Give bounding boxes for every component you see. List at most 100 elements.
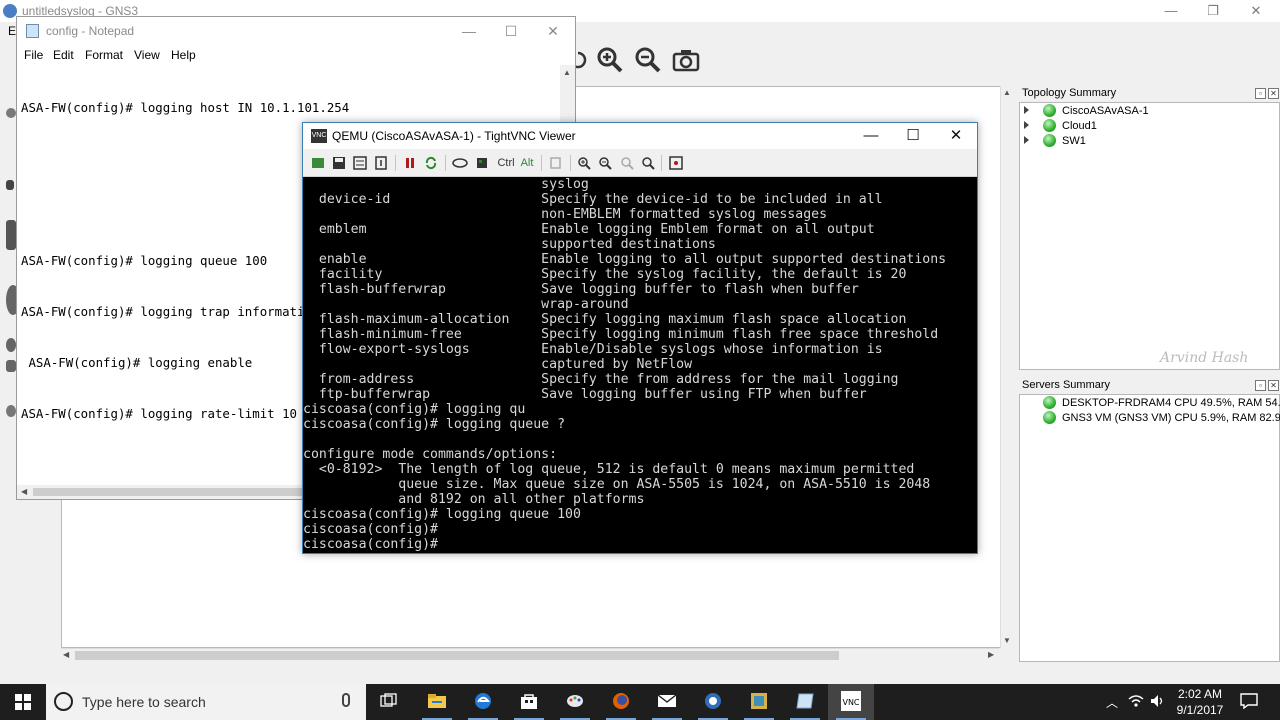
vnc-terminal-screen[interactable]: syslog device-id Specify the device-id t… xyxy=(303,177,977,553)
save-icon[interactable] xyxy=(330,154,348,172)
taskbar-app-notepad[interactable] xyxy=(782,684,828,720)
device-category-icon[interactable] xyxy=(6,220,16,250)
ctrl-key-button[interactable]: Ctrl xyxy=(494,154,518,172)
ctrl-alt-del-icon[interactable] xyxy=(451,154,469,172)
network-icon[interactable] xyxy=(1128,694,1144,710)
taskbar-app-file-explorer[interactable] xyxy=(414,684,460,720)
notepad-minimize-button[interactable]: — xyxy=(449,21,489,41)
notepad-menu-bar: File Edit Format View Help xyxy=(17,45,575,65)
dock-close-icon[interactable]: ✕ xyxy=(1268,88,1279,99)
microphone-icon[interactable] xyxy=(342,693,350,707)
zoom-out-icon[interactable] xyxy=(596,154,614,172)
terminal-line: captured by NetFlow xyxy=(303,357,693,372)
task-view-icon xyxy=(380,692,398,712)
canvas-horizontal-scrollbar[interactable]: ◀ ▶ xyxy=(61,648,999,661)
taskbar-app-task-view[interactable] xyxy=(366,684,412,720)
notepad-window-title: config - Notepad xyxy=(46,24,135,38)
device-category-icon[interactable] xyxy=(6,405,16,417)
vnc-close-button[interactable]: ✕ xyxy=(936,126,976,146)
taskbar-search-box[interactable]: Type here to search xyxy=(46,684,366,720)
app-icon xyxy=(749,691,769,714)
options-icon[interactable] xyxy=(351,154,369,172)
notepad-menu-view[interactable]: View xyxy=(134,48,160,62)
notepad-maximize-button[interactable]: ☐ xyxy=(491,21,531,41)
alt-key-button[interactable]: Alt xyxy=(517,154,537,172)
pause-icon[interactable] xyxy=(401,154,419,172)
refresh-icon[interactable] xyxy=(422,154,440,172)
terminal-line: flash-bufferwrap Save logging buffer to … xyxy=(303,282,859,297)
show-hidden-icons-icon[interactable]: ︿ xyxy=(1104,694,1120,710)
terminal-line: and 8192 on all other platforms xyxy=(303,492,645,507)
firefox-icon xyxy=(611,691,631,714)
dock-close-icon[interactable]: ✕ xyxy=(1268,380,1279,391)
notepad-menu-file[interactable]: File xyxy=(24,48,43,62)
taskbar-clock[interactable]: 2:02 AM 9/1/2017 xyxy=(1170,686,1230,718)
zoom-out-icon[interactable] xyxy=(632,44,664,76)
device-category-icon[interactable] xyxy=(6,108,16,118)
device-category-icon[interactable] xyxy=(6,180,14,190)
notepad-app-icon xyxy=(26,24,39,38)
ctrl-esc-icon[interactable] xyxy=(473,154,491,172)
taskbar-app-gns3[interactable] xyxy=(690,684,736,720)
device-category-icon[interactable] xyxy=(6,338,16,352)
paint-icon xyxy=(565,692,585,713)
zoom-fit-icon[interactable] xyxy=(639,154,657,172)
notepad-title-bar[interactable]: config - Notepad — ☐ ✕ xyxy=(17,17,575,45)
search-placeholder: Type here to search xyxy=(82,694,206,710)
taskbar-app-edge[interactable] xyxy=(460,684,506,720)
scroll-left-icon[interactable]: ◀ xyxy=(21,487,27,496)
vnc-minimize-button[interactable]: — xyxy=(851,126,891,146)
canvas-vertical-scrollbar[interactable]: ▲ ▼ xyxy=(1000,86,1013,648)
toolbar-separator xyxy=(395,155,396,171)
topology-node-name: CiscoASAvASA-1 xyxy=(1062,105,1149,117)
notepad-hscroll-thumb[interactable] xyxy=(33,488,303,496)
scroll-left-icon[interactable]: ◀ xyxy=(63,650,69,659)
vnc-maximize-button[interactable]: ☐ xyxy=(893,126,933,146)
action-center-icon[interactable] xyxy=(1240,693,1258,710)
dock-float-icon[interactable]: ▫ xyxy=(1255,88,1266,99)
taskbar-app-firefox[interactable] xyxy=(598,684,644,720)
zoom-in-icon[interactable] xyxy=(594,44,626,76)
topology-node-row[interactable]: SW1 xyxy=(1024,134,1264,149)
device-category-icon[interactable] xyxy=(6,360,16,372)
scroll-down-icon[interactable]: ▼ xyxy=(1003,636,1011,645)
dock-float-icon[interactable]: ▫ xyxy=(1255,380,1266,391)
taskbar-app-app[interactable] xyxy=(736,684,782,720)
notepad-menu-help[interactable]: Help xyxy=(171,48,196,62)
terminal-line: ciscoasa(config)# logging queue 100 xyxy=(303,507,581,522)
toolbar-separator xyxy=(661,155,662,171)
notepad-menu-edit[interactable]: Edit xyxy=(53,48,74,62)
fullscreen-icon[interactable] xyxy=(667,154,685,172)
screenshot-camera-icon[interactable] xyxy=(670,44,702,76)
expand-arrow-icon[interactable] xyxy=(1024,136,1029,144)
gns3-restore-button[interactable]: ❐ xyxy=(1198,2,1228,20)
vnc-title-bar[interactable]: VNC QEMU (CiscoASAvASA-1) - TightVNC Vie… xyxy=(303,123,977,149)
scroll-up-icon[interactable]: ▲ xyxy=(563,68,571,77)
zoom-in-icon[interactable] xyxy=(575,154,593,172)
taskbar-app-tightvnc[interactable]: VNC xyxy=(828,684,874,720)
taskbar-app-paint[interactable] xyxy=(552,684,598,720)
expand-arrow-icon[interactable] xyxy=(1024,106,1029,114)
server-row[interactable]: DESKTOP-FRDRAM4 CPU 49.5%, RAM 54.6% xyxy=(1024,396,1280,411)
terminal-line: device-id Specify the device-id to be in… xyxy=(303,192,883,207)
topology-node-row[interactable]: Cloud1 xyxy=(1024,119,1264,134)
new-connection-icon[interactable] xyxy=(309,154,327,172)
terminal-line: supported destinations xyxy=(303,237,716,252)
volume-icon[interactable] xyxy=(1150,694,1166,710)
gns3-menu-edit[interactable]: E xyxy=(8,24,16,38)
server-row[interactable]: GNS3 VM (GNS3 VM) CPU 5.9%, RAM 82.9% xyxy=(1024,411,1280,426)
canvas-hscroll-thumb[interactable] xyxy=(75,651,839,660)
scroll-up-icon[interactable]: ▲ xyxy=(1003,88,1011,97)
taskbar-app-mail[interactable] xyxy=(644,684,690,720)
taskbar-app-store[interactable] xyxy=(506,684,552,720)
notepad-menu-format[interactable]: Format xyxy=(85,48,123,62)
scroll-right-icon[interactable]: ▶ xyxy=(988,650,994,659)
terminal-line: syslog xyxy=(303,177,589,192)
topology-node-row[interactable]: CiscoASAvASA-1 xyxy=(1024,104,1264,119)
start-button[interactable] xyxy=(0,684,46,720)
connection-info-icon[interactable] xyxy=(372,154,390,172)
gns3-close-button[interactable]: ✕ xyxy=(1241,2,1271,20)
gns3-minimize-button[interactable]: — xyxy=(1156,2,1186,20)
expand-arrow-icon[interactable] xyxy=(1024,121,1029,129)
notepad-close-button[interactable]: ✕ xyxy=(533,21,573,41)
